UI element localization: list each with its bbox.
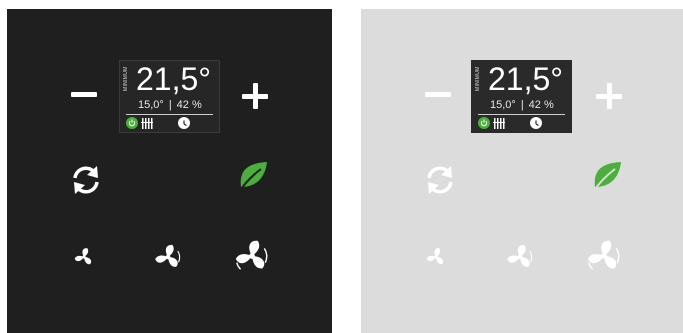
thermostat-panel-dark: MINIMUM 21,5° 15,0° | 42 % [7,9,332,333]
clock-icon [178,117,190,129]
thermostat-panel-light: MINIMUM 21,5° 15,0° | 42 % [361,9,683,333]
radiator-icon [493,118,505,129]
fan-medium-icon[interactable] [153,242,183,272]
fan-low-icon[interactable] [425,246,447,268]
setpoint-humidity-line: 15,0° | 42 % [490,99,554,111]
mode-label: MINIMUM [123,66,129,91]
fan-medium-icon[interactable] [505,242,535,272]
increase-temperature-button[interactable] [242,83,268,109]
setpoint-value: 15,0° [490,99,516,111]
increase-temperature-button[interactable] [596,83,622,109]
fan-high-icon[interactable] [233,237,271,275]
decrease-temperature-button[interactable] [71,92,97,97]
status-display: MINIMUM 21,5° 15,0° | 42 % [119,60,220,133]
decrease-temperature-button[interactable] [425,92,451,97]
current-temperature: 21,5° [488,61,564,97]
mode-label: MINIMUM [475,66,481,91]
leaf-icon[interactable] [237,161,269,193]
separator: | [168,99,172,111]
radiator-icon [141,118,153,129]
sync-icon[interactable] [69,163,103,197]
fan-low-icon[interactable] [73,246,95,268]
sync-icon[interactable] [423,163,457,197]
current-temperature: 21,5° [136,61,212,97]
status-display: MINIMUM 21,5° 15,0° | 42 % [471,60,572,133]
setpoint-value: 15,0° [138,99,164,111]
fan-high-icon[interactable] [585,237,623,275]
separator: | [520,99,524,111]
humidity-value: 42 % [528,99,554,111]
divider [478,114,565,115]
power-icon [126,117,138,129]
clock-icon [530,117,542,129]
divider [126,114,213,115]
humidity-value: 42 % [176,99,202,111]
setpoint-humidity-line: 15,0° | 42 % [138,99,202,111]
leaf-icon[interactable] [591,161,623,193]
power-icon [478,117,490,129]
